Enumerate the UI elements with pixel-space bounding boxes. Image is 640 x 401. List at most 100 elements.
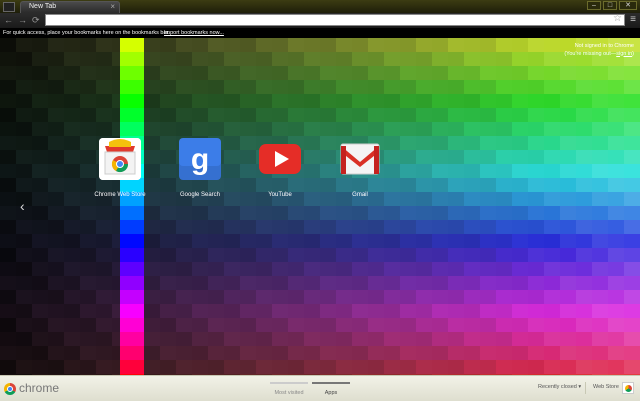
mosaic-tile — [16, 332, 32, 346]
bookmark-star-icon[interactable]: ☆ — [613, 13, 622, 24]
tab-close-icon[interactable]: × — [110, 2, 115, 11]
sign-in-link[interactable]: sign in — [616, 51, 632, 57]
mosaic-tile — [544, 248, 560, 262]
reload-button[interactable]: ⟳ — [32, 14, 40, 26]
mosaic-tile — [384, 220, 400, 234]
mosaic-tile — [336, 276, 352, 290]
mosaic-tile — [352, 80, 368, 94]
minimize-button[interactable]: – — [587, 1, 601, 10]
mosaic-tile — [304, 332, 320, 346]
mosaic-background-image — [0, 38, 640, 375]
mosaic-tile — [288, 234, 304, 248]
omnibox[interactable]: ☆ — [45, 13, 625, 26]
mosaic-tile — [208, 234, 224, 248]
mosaic-tile — [192, 234, 208, 248]
mosaic-tile — [224, 290, 240, 304]
mosaic-tile — [256, 66, 272, 80]
mosaic-tile — [576, 66, 592, 80]
mosaic-tile — [144, 122, 160, 136]
recently-closed-menu[interactable]: Recently closed ▾ — [538, 384, 581, 390]
mosaic-tile — [496, 178, 512, 192]
chrome-menu-icon[interactable]: ≡ — [630, 14, 636, 25]
mosaic-tile — [384, 290, 400, 304]
mosaic-tile — [432, 38, 448, 52]
mosaic-tile — [320, 80, 336, 94]
mosaic-tile — [608, 360, 624, 374]
mosaic-tile — [48, 178, 64, 192]
mosaic-tile — [192, 332, 208, 346]
mosaic-tile — [192, 66, 208, 80]
mosaic-tile — [320, 206, 336, 220]
app-tile-youtube[interactable]: YouTube — [242, 138, 318, 198]
prev-page-arrow[interactable]: ‹ — [20, 198, 25, 214]
mosaic-tile — [432, 290, 448, 304]
mosaic-tile — [352, 346, 368, 360]
mosaic-tile — [16, 164, 32, 178]
mosaic-tile — [432, 122, 448, 136]
app-label: YouTube — [268, 192, 292, 198]
mosaic-tile — [0, 80, 16, 94]
mosaic-tile — [80, 276, 96, 290]
forward-button[interactable]: → — [18, 14, 27, 26]
mosaic-tile — [512, 248, 528, 262]
mosaic-tile — [160, 108, 176, 122]
mosaic-tile — [432, 360, 448, 374]
mosaic-tile — [480, 234, 496, 248]
mosaic-tile — [480, 122, 496, 136]
back-button[interactable]: ← — [4, 14, 13, 26]
app-tile-google-search[interactable]: g Google Search — [162, 138, 238, 198]
mosaic-tile — [560, 262, 576, 276]
mosaic-tile — [64, 108, 80, 122]
mosaic-tile — [336, 122, 352, 136]
mosaic-tile — [192, 262, 208, 276]
mosaic-tile — [320, 346, 336, 360]
mosaic-tile — [400, 234, 416, 248]
mosaic-tile — [256, 220, 272, 234]
tab-new-tab[interactable]: New Tab × — [20, 1, 120, 13]
mosaic-tile — [192, 52, 208, 66]
mosaic-tile — [384, 94, 400, 108]
mosaic-tile — [448, 150, 464, 164]
profile-icon[interactable] — [3, 2, 15, 12]
mosaic-tile — [32, 346, 48, 360]
mosaic-tile — [32, 52, 48, 66]
mosaic-tile — [528, 164, 544, 178]
mosaic-tile — [64, 38, 80, 52]
mosaic-tile — [96, 94, 112, 108]
mosaic-tile — [272, 80, 288, 94]
footer-tab-most-visited[interactable]: Most visited — [270, 376, 308, 396]
mosaic-tile — [224, 108, 240, 122]
mosaic-tile — [496, 108, 512, 122]
google-search-icon: g — [179, 138, 221, 180]
mosaic-tile — [400, 276, 416, 290]
mosaic-tile — [224, 66, 240, 80]
app-tile-gmail[interactable]: Gmail — [322, 138, 398, 198]
mosaic-tile — [432, 220, 448, 234]
mosaic-tile — [64, 80, 80, 94]
mosaic-tile — [224, 38, 240, 52]
mosaic-tile — [224, 262, 240, 276]
web-store-link[interactable]: Web Store — [593, 384, 619, 390]
mosaic-tile — [384, 276, 400, 290]
mosaic-tile — [624, 290, 640, 304]
web-store-icon[interactable] — [622, 382, 634, 394]
maximize-button[interactable]: □ — [603, 1, 617, 10]
mosaic-tile — [448, 206, 464, 220]
mosaic-tile — [240, 220, 256, 234]
mosaic-tile — [512, 136, 528, 150]
mosaic-tile — [448, 332, 464, 346]
mosaic-tile — [320, 262, 336, 276]
footer-divider — [585, 382, 586, 394]
mosaic-tile — [432, 276, 448, 290]
mosaic-tile — [256, 108, 272, 122]
import-bookmarks-link[interactable]: Import bookmarks now... — [164, 28, 224, 38]
mosaic-tile — [464, 220, 480, 234]
mosaic-tile — [96, 80, 112, 94]
mosaic-tile — [416, 304, 432, 318]
mosaic-tile — [240, 290, 256, 304]
close-window-button[interactable]: ✕ — [619, 1, 637, 10]
mosaic-tile — [480, 346, 496, 360]
mosaic-tile — [80, 38, 96, 52]
app-tile-chrome-web-store[interactable]: Chrome Web Store — [82, 138, 158, 198]
footer-tab-apps[interactable]: Apps — [312, 376, 350, 396]
